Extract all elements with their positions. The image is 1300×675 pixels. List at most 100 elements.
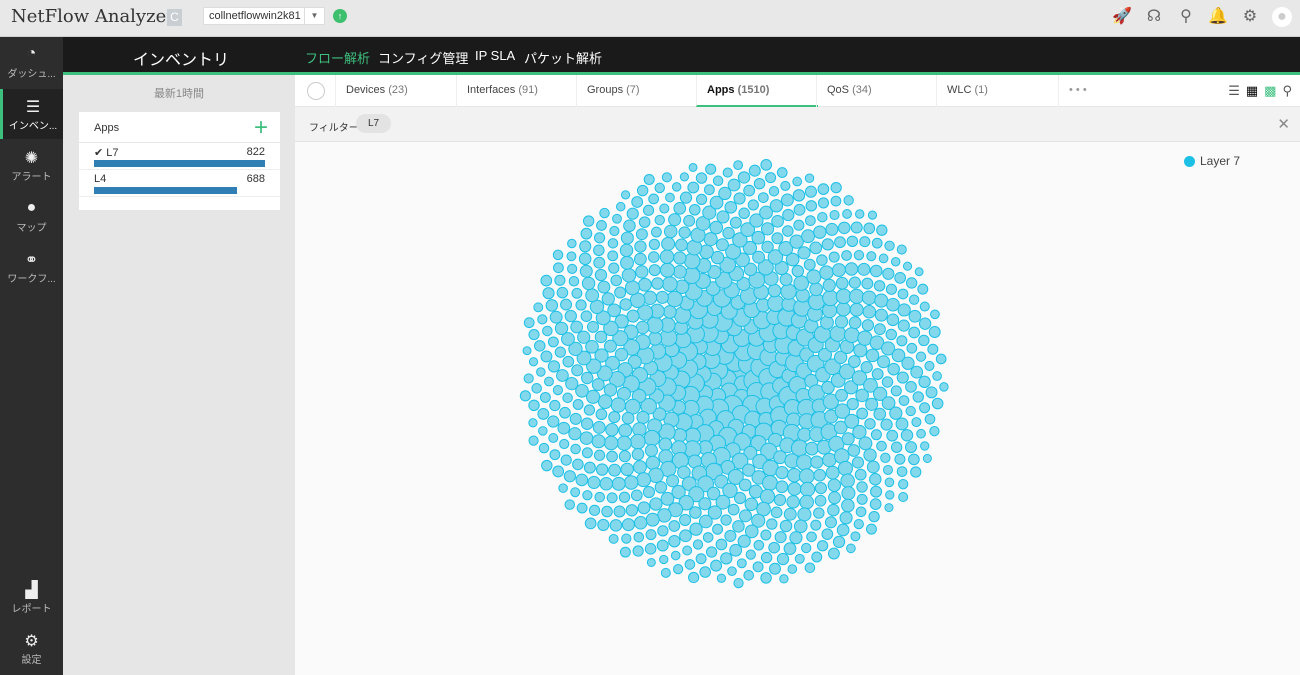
app-bubble[interactable] bbox=[853, 249, 865, 261]
app-bubble[interactable] bbox=[835, 288, 852, 305]
list-view-icon[interactable]: ☰ bbox=[1228, 83, 1240, 99]
app-bubble[interactable] bbox=[722, 167, 733, 178]
app-bubble[interactable] bbox=[863, 448, 877, 462]
time-period[interactable]: 最新1時間 bbox=[63, 85, 295, 101]
app-bubble[interactable] bbox=[562, 355, 575, 368]
app-bubble[interactable] bbox=[556, 286, 569, 299]
nav-packet-analysis[interactable]: パケット解析 bbox=[524, 48, 602, 67]
app-bubble[interactable] bbox=[665, 192, 675, 203]
app-bubble[interactable] bbox=[668, 520, 681, 532]
app-bubble[interactable] bbox=[616, 435, 632, 451]
app-bubble[interactable] bbox=[817, 212, 828, 223]
app-bubble[interactable] bbox=[712, 175, 724, 186]
app-bubble[interactable] bbox=[655, 290, 669, 304]
app-bubble[interactable] bbox=[699, 566, 711, 578]
app-bubble[interactable] bbox=[554, 274, 566, 286]
app-bubble[interactable] bbox=[865, 397, 879, 411]
app-bubble[interactable] bbox=[544, 376, 554, 387]
app-bubble[interactable] bbox=[599, 477, 614, 491]
app-bubble[interactable] bbox=[684, 559, 696, 570]
app-bubble[interactable] bbox=[683, 252, 701, 270]
app-bubble[interactable] bbox=[564, 309, 577, 323]
app-bubble[interactable] bbox=[579, 240, 592, 253]
app-bubble[interactable] bbox=[642, 204, 655, 216]
app-bubble[interactable] bbox=[817, 183, 830, 195]
app-bubble[interactable] bbox=[780, 193, 794, 207]
app-bubble[interactable] bbox=[705, 163, 717, 175]
app-bubble[interactable] bbox=[738, 509, 752, 523]
app-bubble[interactable] bbox=[608, 463, 622, 477]
app-bubble[interactable] bbox=[568, 427, 582, 441]
app-bubble[interactable] bbox=[766, 518, 778, 530]
app-bubble[interactable] bbox=[771, 214, 784, 228]
app-bubble[interactable] bbox=[898, 491, 909, 502]
app-bubble[interactable] bbox=[804, 173, 815, 183]
app-bubble[interactable] bbox=[553, 262, 564, 274]
app-bubble[interactable] bbox=[557, 421, 571, 435]
app-bubble[interactable] bbox=[760, 572, 772, 584]
app-bubble[interactable] bbox=[825, 465, 840, 480]
app-bubble[interactable] bbox=[780, 283, 797, 300]
app-bubble[interactable] bbox=[540, 350, 553, 363]
app-bubble[interactable] bbox=[779, 273, 793, 286]
app-bubble[interactable] bbox=[874, 293, 889, 308]
app-bubble[interactable] bbox=[912, 391, 924, 403]
app-bubble[interactable] bbox=[679, 172, 689, 182]
app-bubble[interactable] bbox=[821, 528, 834, 541]
app-bubble[interactable] bbox=[582, 215, 595, 227]
app-bubble[interactable] bbox=[870, 485, 883, 498]
app-bubble[interactable] bbox=[651, 277, 664, 290]
app-bubble[interactable] bbox=[582, 490, 593, 501]
app-bubble[interactable] bbox=[810, 455, 824, 469]
app-bubble[interactable] bbox=[523, 317, 535, 329]
app-bubble[interactable] bbox=[834, 236, 846, 249]
app-bubble[interactable] bbox=[819, 265, 834, 280]
list-item[interactable]: L4 688 bbox=[79, 170, 280, 197]
app-bubble[interactable] bbox=[822, 278, 836, 292]
app-bubble[interactable] bbox=[849, 302, 864, 317]
app-bubble[interactable] bbox=[560, 298, 573, 311]
app-bubble[interactable] bbox=[666, 474, 680, 488]
app-bubble[interactable] bbox=[846, 397, 859, 411]
app-bubble[interactable] bbox=[897, 319, 910, 332]
app-bubble[interactable] bbox=[528, 418, 538, 428]
app-bubble[interactable] bbox=[851, 456, 865, 469]
app-bubble[interactable] bbox=[798, 468, 815, 484]
avatar[interactable]: ● bbox=[1272, 7, 1292, 27]
app-bubble[interactable] bbox=[840, 473, 855, 489]
app-bubble[interactable] bbox=[800, 481, 816, 497]
app-bubble[interactable] bbox=[791, 264, 805, 278]
app-bubble[interactable] bbox=[905, 380, 917, 393]
app-bubble[interactable] bbox=[571, 364, 584, 377]
app-bubble[interactable] bbox=[827, 478, 842, 492]
tab-interfaces[interactable]: Interfaces (91) bbox=[456, 75, 576, 107]
app-bubble[interactable] bbox=[786, 495, 800, 509]
app-bubble[interactable] bbox=[567, 263, 578, 274]
app-bubble[interactable] bbox=[890, 257, 901, 267]
app-bubble[interactable] bbox=[767, 294, 785, 312]
app-bubble[interactable] bbox=[873, 407, 887, 421]
app-bubble[interactable] bbox=[896, 371, 909, 384]
app-bubble[interactable] bbox=[542, 325, 553, 337]
app-bubble[interactable] bbox=[621, 533, 632, 544]
app-bubble[interactable] bbox=[809, 282, 823, 297]
app-bubble[interactable] bbox=[825, 222, 839, 236]
app-bubble[interactable] bbox=[797, 507, 812, 522]
app-bubble[interactable] bbox=[747, 199, 759, 211]
app-bubble[interactable] bbox=[878, 253, 889, 264]
app-bubble[interactable] bbox=[844, 262, 859, 276]
app-bubble[interactable] bbox=[715, 538, 728, 551]
app-bubble[interactable] bbox=[830, 181, 842, 194]
app-bubble[interactable] bbox=[623, 219, 636, 233]
app-bubble[interactable] bbox=[633, 516, 648, 530]
app-bubble[interactable] bbox=[661, 172, 672, 183]
app-bubble[interactable] bbox=[733, 192, 746, 205]
app-bubble[interactable] bbox=[594, 330, 608, 344]
app-bubble[interactable] bbox=[876, 224, 888, 236]
app-bubble[interactable] bbox=[608, 262, 620, 274]
app-bubble[interactable] bbox=[648, 238, 660, 250]
app-bubble[interactable] bbox=[822, 289, 839, 307]
app-bubble[interactable] bbox=[898, 395, 910, 406]
app-bubble[interactable] bbox=[595, 408, 608, 421]
app-bubble[interactable] bbox=[902, 261, 913, 271]
